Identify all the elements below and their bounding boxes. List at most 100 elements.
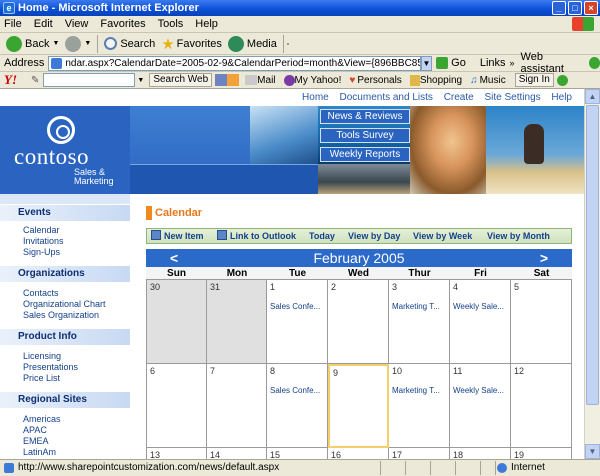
menu-favorites[interactable]: Favorites [100, 18, 145, 30]
nav-item-org-chart[interactable]: Organizational Chart [23, 299, 106, 310]
calendar-day-cell[interactable]: 8 Sales Confe... [267, 364, 328, 448]
search-web-button[interactable]: Search Web [149, 73, 213, 87]
calendar-day-cell[interactable]: 18 [450, 448, 511, 459]
site-logo[interactable]: contoso Sales & Marketing [0, 106, 130, 194]
calendar-day-cell[interactable]: 12 [511, 364, 572, 448]
news-reviews-button[interactable]: News & Reviews [320, 109, 410, 124]
day-number[interactable]: 2 [331, 282, 336, 292]
nav-item-contacts[interactable]: Contacts [23, 288, 59, 299]
yahoo-search-input[interactable] [43, 73, 136, 87]
day-number[interactable]: 4 [453, 282, 458, 292]
calendar-event[interactable]: Marketing T... [392, 302, 450, 311]
day-number[interactable]: 10 [392, 366, 402, 376]
day-number[interactable]: 6 [150, 366, 155, 376]
day-number[interactable]: 18 [453, 450, 463, 459]
calendar-day-cell[interactable]: 1 Sales Confe... [267, 280, 328, 364]
calendar-event[interactable]: Weekly Sale... [453, 386, 511, 395]
top-link-help[interactable]: Help [551, 92, 572, 103]
view-by-month-button[interactable]: View by Month [487, 229, 550, 243]
day-number[interactable]: 30 [150, 282, 160, 292]
calendar-day-cell[interactable]: 11 Weekly Sale... [450, 364, 511, 448]
yahoo-mail[interactable]: Mail [257, 75, 275, 86]
scroll-up-button[interactable]: ▲ [585, 89, 600, 104]
scroll-thumb[interactable] [586, 105, 599, 405]
new-item-button[interactable]: New Item [151, 229, 204, 243]
calendar-day-cell[interactable]: 31 [207, 280, 267, 364]
day-number[interactable]: 19 [514, 450, 524, 459]
calendar-event[interactable]: Weekly Sale... [453, 302, 511, 311]
nav-heading-regional-sites[interactable]: Regional Sites [0, 392, 130, 408]
view-by-week-button[interactable]: View by Week [413, 229, 472, 243]
day-number[interactable]: 3 [392, 282, 397, 292]
nav-item-calendar[interactable]: Calendar [23, 225, 60, 236]
day-number[interactable]: 15 [270, 450, 280, 459]
nav-item-invitations[interactable]: Invitations [23, 236, 64, 247]
calendar-day-cell[interactable]: 19 [511, 448, 572, 459]
nav-heading-organizations[interactable]: Organizations [0, 266, 130, 282]
calendar-day-today[interactable]: 9 [328, 364, 389, 448]
address-input[interactable]: ndar.aspx?CalendarDate=2005-02-9&Calenda… [48, 55, 421, 71]
menu-tools[interactable]: Tools [158, 18, 184, 30]
day-number[interactable]: 12 [514, 366, 524, 376]
day-number[interactable]: 16 [331, 450, 341, 459]
day-number[interactable]: 14 [210, 450, 220, 459]
calendar-day-cell[interactable]: 2 [328, 280, 389, 364]
calendar-day-cell[interactable]: 17 [389, 448, 450, 459]
calendar-day-cell[interactable]: 13 [146, 448, 207, 459]
calendar-day-cell[interactable]: 16 [328, 448, 389, 459]
tools-survey-button[interactable]: Tools Survey [320, 128, 410, 143]
weekly-reports-button[interactable]: Weekly Reports [320, 147, 410, 162]
day-number[interactable]: 13 [150, 450, 160, 459]
calendar-day-cell[interactable]: 6 [146, 364, 207, 448]
top-link-site-settings[interactable]: Site Settings [484, 92, 540, 103]
scroll-down-button[interactable]: ▼ [585, 444, 600, 459]
nav-item-sales-org[interactable]: Sales Organization [23, 310, 99, 321]
next-month-button[interactable]: > [540, 249, 548, 267]
my-yahoo[interactable]: My Yahoo! [295, 75, 342, 86]
nav-item-price-list[interactable]: Price List [23, 373, 60, 384]
pencil-icon[interactable]: ✎ [31, 75, 39, 86]
maximize-button[interactable]: □ [568, 1, 582, 15]
menu-view[interactable]: View [65, 18, 89, 30]
address-dropdown[interactable]: ▼ [420, 55, 433, 71]
menu-file[interactable]: File [4, 18, 22, 30]
calendar-day-cell[interactable]: 5 [511, 280, 572, 364]
go-button[interactable]: Go [436, 57, 466, 69]
nav-heading-events[interactable]: Events [0, 205, 130, 221]
calendar-event[interactable]: Sales Confe... [270, 302, 328, 311]
calendar-day-cell[interactable]: 4 Weekly Sale... [450, 280, 511, 364]
close-button[interactable]: × [584, 1, 598, 15]
view-by-day-button[interactable]: View by Day [348, 229, 400, 243]
calendar-day-cell[interactable]: 14 [207, 448, 267, 459]
day-number[interactable]: 17 [392, 450, 402, 459]
nav-item-emea[interactable]: EMEA [23, 436, 49, 447]
yahoo-music[interactable]: Music [480, 75, 506, 86]
menu-edit[interactable]: Edit [34, 18, 53, 30]
calendar-day-cell[interactable]: 3 Marketing T... [389, 280, 450, 364]
yahoo-shopping[interactable]: Shopping [420, 75, 462, 86]
top-link-create[interactable]: Create [444, 92, 474, 103]
day-number[interactable]: 31 [210, 282, 220, 292]
today-button[interactable]: Today [309, 229, 335, 243]
nav-item-presentations[interactable]: Presentations [23, 362, 78, 373]
search-button[interactable]: Search [101, 34, 158, 54]
forward-button[interactable]: ▼ [62, 34, 94, 54]
minimize-button[interactable]: _ [552, 1, 566, 15]
calendar-event[interactable]: Sales Confe... [270, 386, 328, 395]
media-button[interactable]: Media [225, 34, 280, 54]
day-number[interactable]: 1 [270, 282, 275, 292]
yahoo-logo[interactable]: Y! [4, 72, 17, 88]
nav-item-americas[interactable]: Americas [23, 414, 61, 425]
prev-month-button[interactable]: < [170, 249, 178, 267]
calendar-event[interactable]: Marketing T... [392, 386, 450, 395]
nav-item-licensing[interactable]: Licensing [23, 351, 61, 362]
day-number[interactable]: 5 [514, 282, 519, 292]
nav-item-apac[interactable]: APAC [23, 425, 47, 436]
menu-help[interactable]: Help [195, 18, 218, 30]
day-number[interactable]: 11 [453, 366, 462, 376]
day-number[interactable]: 9 [333, 368, 338, 378]
nav-item-latinam[interactable]: LatinAm [23, 447, 56, 458]
calendar-day-cell[interactable]: 7 [207, 364, 267, 448]
options-icon[interactable] [227, 74, 240, 86]
links-button[interactable]: Links [480, 57, 506, 69]
